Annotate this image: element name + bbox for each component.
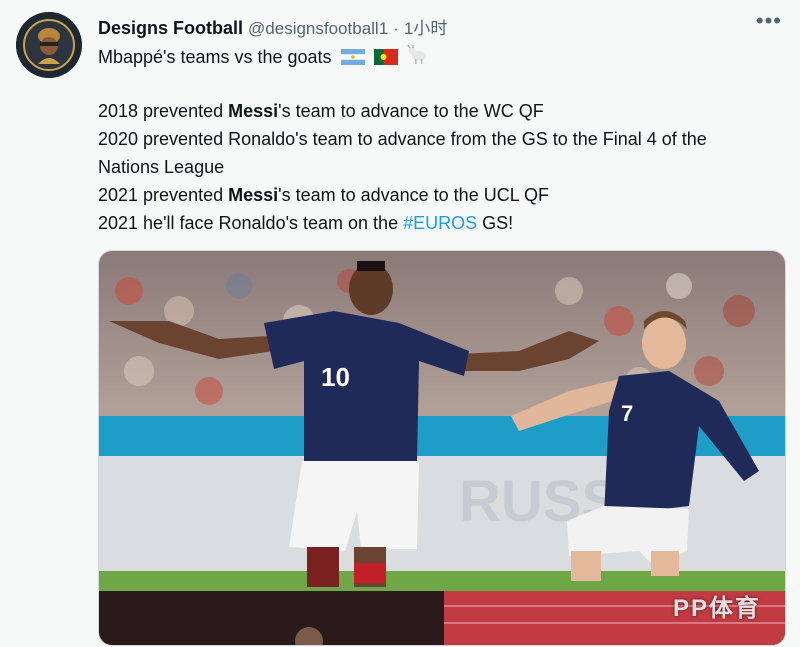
user-handle[interactable]: @designsfootball1 xyxy=(248,19,388,38)
tweet-line-5: 2021 he'll face Ronaldo's team on the #E… xyxy=(98,210,513,236)
line-text: 's team to advance to the WC QF xyxy=(278,101,544,121)
jersey-number-7: 7 xyxy=(621,401,633,426)
argentina-flag-icon xyxy=(340,46,365,72)
portugal-flag-icon xyxy=(373,46,398,72)
line-text: 's team to advance to the UCL QF xyxy=(278,185,550,205)
tweet-line-3: Nations League xyxy=(98,154,224,180)
avatar[interactable] xyxy=(16,12,82,78)
line-text: Nations League xyxy=(98,157,225,177)
tweet-header: Designs Football @designsfootball1 · 1小时 xyxy=(98,14,447,39)
line-text: 2018 prevented xyxy=(98,101,229,121)
tweet-line-1: 2018 prevented Messi's team to advance t… xyxy=(98,98,544,124)
goat-icon xyxy=(407,44,429,72)
jersey-number-10: 10 xyxy=(321,362,350,392)
tweet-media-photo[interactable]: RUSSIA 10 7 PP体育 xyxy=(98,250,786,646)
line-text: 2020 prevented Ronaldo's team to advance… xyxy=(98,129,707,149)
hashtag-link[interactable]: #EUROS xyxy=(403,213,477,233)
watermark-logo: PP体育 xyxy=(672,595,761,622)
display-name[interactable]: Designs Football xyxy=(98,18,243,38)
line-bold: Messi xyxy=(228,101,279,121)
timestamp[interactable]: 1小时 xyxy=(404,19,447,38)
tweet-line-4: 2021 prevented Messi's team to advance t… xyxy=(98,182,549,208)
more-horizontal-icon[interactable]: ••• xyxy=(756,8,782,34)
separator: · xyxy=(393,19,399,38)
line-text: GS! xyxy=(477,213,514,233)
headline-text: Mbappé's teams vs the goats xyxy=(98,47,332,67)
line-bold: Messi xyxy=(228,185,279,205)
tweet-headline: Mbappé's teams vs the goats xyxy=(98,44,429,72)
tweet[interactable]: Designs Football @designsfootball1 · 1小时… xyxy=(0,0,800,647)
line-text: 2021 he'll face Ronaldo's team on the xyxy=(98,213,404,233)
line-text: 2021 prevented xyxy=(98,185,229,205)
tweet-line-2: 2020 prevented Ronaldo's team to advance… xyxy=(98,126,707,152)
